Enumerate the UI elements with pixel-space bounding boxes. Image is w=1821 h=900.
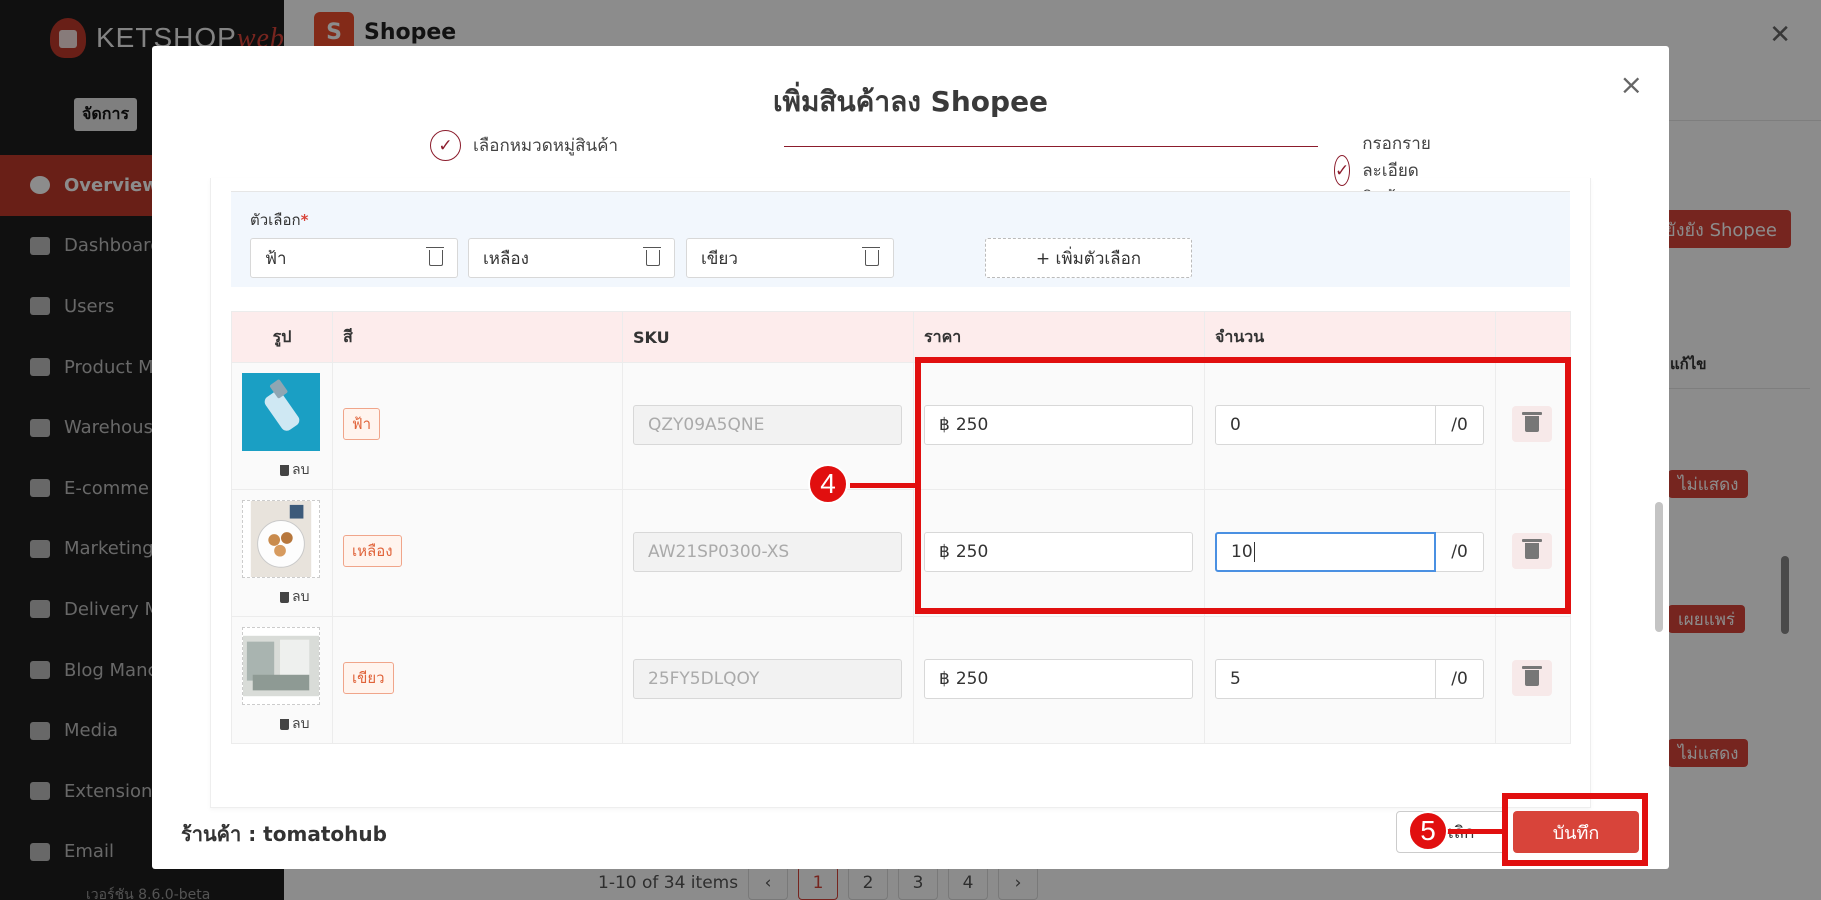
trash-icon: [280, 591, 289, 603]
delete-image-button[interactable]: ลบ: [280, 713, 309, 735]
modal-scrollbar[interactable]: [1655, 502, 1663, 632]
annotation-highlight-5: [1502, 793, 1648, 866]
trash-icon[interactable]: [426, 247, 444, 266]
color-tag: เขียว: [343, 662, 394, 694]
step-connector: [784, 146, 1318, 147]
stepper: ✓ เลือกหมวดหมู่สินค้า ✓ กรอกรายละเอียดสิ…: [430, 130, 1434, 211]
header-color: สี: [333, 312, 623, 362]
annotation-connector-4: [850, 483, 918, 488]
stock-suffix: /0: [1436, 659, 1484, 699]
trash-icon[interactable]: [862, 247, 880, 266]
trash-icon: [280, 718, 289, 730]
header-image: รูป: [232, 312, 333, 362]
sku-input[interactable]: AW21SP0300-XS: [633, 532, 902, 572]
header-sku: SKU: [623, 312, 914, 362]
header-quantity: จำนวน: [1205, 312, 1496, 362]
option-input-green[interactable]: เขียว: [686, 238, 894, 278]
annotation-highlight-4: [915, 357, 1571, 614]
header-actions: [1496, 312, 1570, 362]
color-tag: เหลือง: [343, 535, 402, 567]
variant-label: ตัวเลือก*: [250, 211, 309, 229]
product-image[interactable]: [242, 500, 320, 578]
variant-options-section: ตัวเลือก* ฟ้า เหลือง เขียว + เพิ่มตัวเลื…: [231, 191, 1570, 287]
product-image[interactable]: [242, 627, 320, 705]
trash-icon[interactable]: [643, 247, 661, 266]
quantity-input[interactable]: 5: [1215, 659, 1436, 699]
modal-title: เพิ่มสินค้าลง Shopee: [772, 85, 1049, 118]
add-option-button[interactable]: + เพิ่มตัวเลือก: [985, 238, 1192, 278]
trash-icon: [280, 464, 289, 476]
sku-input[interactable]: 25FY5DLQOY: [633, 659, 902, 699]
check-icon: ✓: [430, 130, 461, 161]
delete-row-button[interactable]: [1512, 660, 1552, 696]
sku-input[interactable]: QZY09A5QNE: [633, 405, 902, 445]
delete-image-button[interactable]: ลบ: [280, 459, 309, 481]
annotation-badge-4: 4: [808, 464, 848, 504]
required-mark: *: [300, 211, 309, 229]
step-select-category: ✓ เลือกหมวดหมู่สินค้า: [430, 130, 619, 161]
option-input-blue[interactable]: ฟ้า: [250, 238, 458, 278]
product-image[interactable]: [242, 373, 320, 451]
header-price: ราคา: [914, 312, 1205, 362]
color-tag: ฟ้า: [343, 408, 381, 440]
annotation-badge-5: 5: [1408, 811, 1448, 851]
table-header: รูป สี SKU ราคา จำนวน: [232, 312, 1570, 362]
delete-image-button[interactable]: ลบ: [280, 586, 309, 608]
trash-icon: [1522, 666, 1542, 686]
table-row: ลบ เขียว 25FY5DLQOY ฿ 250 5/0: [232, 616, 1570, 743]
annotation-connector-5: [1446, 829, 1506, 834]
modal-close-icon[interactable]: ×: [1620, 68, 1643, 101]
store-label: ร้านค้า : tomatohub: [181, 822, 387, 846]
option-input-yellow[interactable]: เหลือง: [468, 238, 675, 278]
price-input[interactable]: ฿ 250: [924, 659, 1193, 699]
step-label: เลือกหมวดหมู่สินค้า: [473, 136, 619, 156]
